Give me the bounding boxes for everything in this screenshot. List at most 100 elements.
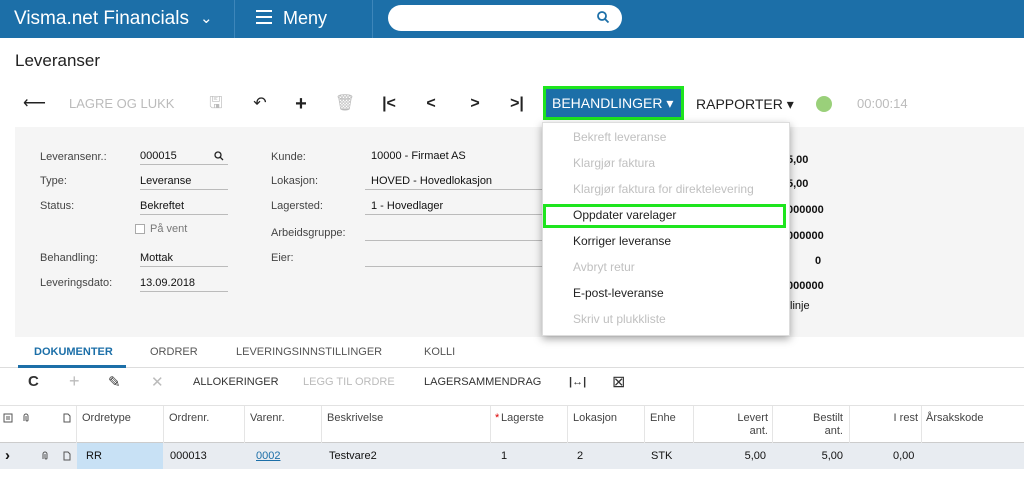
tab-ordrer[interactable]: ORDRER xyxy=(150,346,198,358)
col-header-beskrivelse[interactable]: Beskrivelse xyxy=(327,412,383,425)
lagersted-field[interactable]: 1 - Hovedlager xyxy=(365,197,542,215)
previous-record-icon[interactable]: < xyxy=(420,88,442,120)
status-label: Status: xyxy=(40,200,75,212)
add-row-icon[interactable]: + xyxy=(69,371,80,392)
tab-leveringsinnstillinger[interactable]: LEVERINGSINNSTILLINGER xyxy=(236,346,382,358)
save-icon[interactable]: 🖫 xyxy=(205,88,227,120)
kunde-field[interactable]: 10000 - Firmaet AS xyxy=(371,147,541,165)
eier-field[interactable] xyxy=(365,249,542,267)
edit-icon[interactable]: ✎ xyxy=(108,373,121,391)
col-header-levert[interactable]: Levert ant. xyxy=(718,412,768,438)
timer-display: 00:00:14 xyxy=(857,96,908,111)
page-title: Leveranser xyxy=(15,51,101,70)
search-icon[interactable] xyxy=(214,151,224,161)
document-icon[interactable] xyxy=(62,451,72,461)
delete-row-icon[interactable]: ✕ xyxy=(151,373,164,391)
summary-value: 000000 xyxy=(787,280,824,292)
pa-vent-label: På vent xyxy=(150,223,188,235)
legg-til-ordre-button[interactable]: LEGG TIL ORDRE xyxy=(303,376,395,388)
lagersammendrag-button[interactable]: LAGERSAMMENDRAG xyxy=(424,376,541,388)
grid-header: Ordretype Ordrenr. Varenr. Beskrivelse *… xyxy=(0,405,1024,444)
col-header-varenr[interactable]: Varenr. xyxy=(250,412,285,425)
menu-item-avbryt-retur[interactable]: Avbryt retur xyxy=(573,254,635,280)
check-icon xyxy=(816,96,832,112)
col-header-arsakskode[interactable]: Årsakskode xyxy=(926,412,983,425)
col-divider xyxy=(921,406,922,444)
col-divider xyxy=(321,406,322,444)
allokeringer-button[interactable]: ALLOKERINGER xyxy=(193,376,279,388)
active-tab-indicator xyxy=(18,365,126,368)
row-expand-icon[interactable]: › xyxy=(5,447,10,464)
attachment-icon[interactable] xyxy=(21,413,31,423)
lagersted-label: Lagersted: xyxy=(271,200,323,212)
search-icon[interactable] xyxy=(596,10,610,24)
add-icon[interactable]: + xyxy=(290,88,312,120)
next-record-icon[interactable]: > xyxy=(464,88,486,120)
cell-bestilt[interactable]: 5,00 xyxy=(795,450,843,462)
summary-value: 000000 xyxy=(787,204,824,216)
pa-vent-checkbox[interactable] xyxy=(135,224,145,234)
col-header-bestilt[interactable]: Bestilt ant. xyxy=(795,412,843,438)
menu-icon[interactable] xyxy=(256,10,272,24)
cell-lagersted[interactable]: 1 xyxy=(501,450,507,462)
delete-icon[interactable]: 🗑 xyxy=(334,88,356,120)
document-icon[interactable] xyxy=(62,413,72,423)
col-header-ordrenr[interactable]: Ordrenr. xyxy=(169,412,209,425)
col-divider xyxy=(163,406,164,444)
menu-item-bekreft-leveranse[interactable]: Bekreft leveranse xyxy=(573,124,666,150)
attachment-icon[interactable] xyxy=(40,451,50,461)
col-header-ordretype[interactable]: Ordretype xyxy=(82,412,131,425)
col-header-enhet[interactable]: Enhe xyxy=(650,412,676,425)
menu-item-klargjor-faktura-direktelevering[interactable]: Klargjør faktura for direktelevering xyxy=(573,176,754,202)
app-brand[interactable]: Visma.net Financials xyxy=(14,8,189,30)
first-record-icon[interactable]: |< xyxy=(378,88,400,120)
cell-lokasjon[interactable]: 2 xyxy=(577,450,583,462)
col-header-lagersted[interactable]: Lagerste xyxy=(501,412,544,425)
menu-item-epost-leveranse[interactable]: E-post-leveranse xyxy=(573,280,664,306)
behandling-field[interactable]: Mottak xyxy=(140,249,228,267)
cell-i-rest[interactable]: 0,00 xyxy=(893,450,914,462)
fit-columns-icon[interactable]: |↔| xyxy=(569,376,586,388)
leveringsdato-field[interactable]: 13.09.2018 xyxy=(140,274,228,292)
leveringsdato-label: Leveringsdato: xyxy=(40,277,113,289)
refresh-icon[interactable]: C xyxy=(28,373,39,390)
col-divider xyxy=(567,406,568,444)
menu-item-klargjor-faktura[interactable]: Klargjør faktura xyxy=(573,150,655,176)
brand-chevron-icon[interactable]: ⌄ xyxy=(200,9,213,27)
menu-item-korriger-leveranse[interactable]: Korriger leveranse xyxy=(573,228,671,254)
table-row[interactable]: › RR 000013 0002 Testvare2 1 2 STK 5,00 … xyxy=(0,443,1024,469)
rapporter-button[interactable]: RAPPORTER ▾ xyxy=(696,88,794,120)
tab-strip: DOKUMENTER ORDRER LEVERINGSINNSTILLINGER… xyxy=(0,340,1024,368)
col-header-i-rest[interactable]: I rest xyxy=(878,412,918,425)
cell-beskrivelse[interactable]: Testvare2 xyxy=(329,450,377,462)
arbeidsgruppe-field[interactable] xyxy=(365,223,542,241)
col-divider xyxy=(644,406,645,444)
search-box[interactable] xyxy=(388,5,622,31)
menu-button[interactable]: Meny xyxy=(283,8,327,29)
arbeidsgruppe-label: Arbeidsgruppe: xyxy=(271,227,346,239)
last-record-icon[interactable]: >| xyxy=(506,88,528,120)
cell-enhet[interactable]: STK xyxy=(651,450,672,462)
undo-icon[interactable]: ↶ xyxy=(249,88,271,120)
notes-icon[interactable] xyxy=(3,413,13,423)
save-and-close-button[interactable]: LAGRE OG LUKK xyxy=(69,88,174,120)
type-field[interactable]: Leveranse xyxy=(140,172,228,190)
leveransenr-label: Leveransenr.: xyxy=(40,151,107,163)
col-header-lokasjon[interactable]: Lokasjon xyxy=(573,412,617,425)
summary-value: 000000 xyxy=(787,230,824,242)
behandlinger-button[interactable]: BEHANDLINGER ▾ xyxy=(543,86,684,120)
eier-label: Eier: xyxy=(271,252,294,264)
lokasjon-field[interactable]: HOVED - Hovedlokasjon xyxy=(365,172,542,190)
excel-export-icon[interactable]: ⊠ xyxy=(612,372,625,392)
menu-item-skriv-ut-plukkliste[interactable]: Skriv ut plukkliste xyxy=(573,306,666,332)
cell-levert[interactable]: 5,00 xyxy=(718,450,766,462)
tab-dokumenter[interactable]: DOKUMENTER xyxy=(34,346,113,358)
behandling-label: Behandling: xyxy=(40,252,99,264)
cell-varenr-link[interactable]: 0002 xyxy=(256,450,280,462)
topbar-divider xyxy=(234,0,235,38)
cell-ordrenr[interactable]: 000013 xyxy=(170,450,207,462)
tab-kolli[interactable]: KOLLI xyxy=(424,346,455,358)
back-arrow-icon[interactable]: ⟵ xyxy=(23,88,46,120)
col-divider xyxy=(490,406,491,444)
cell-ordretype[interactable]: RR xyxy=(86,450,102,462)
